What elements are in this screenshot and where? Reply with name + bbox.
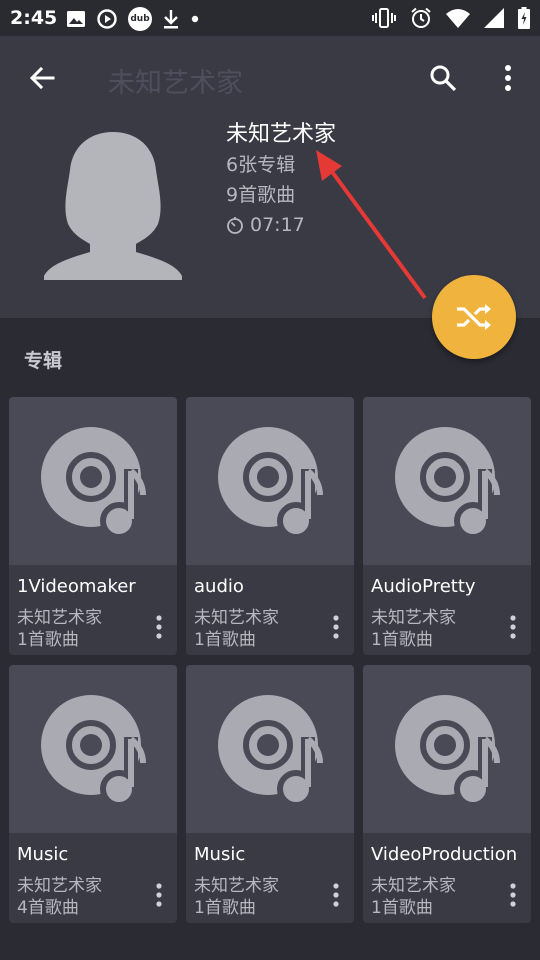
- dub-icon-text: dub: [130, 14, 150, 24]
- wifi-icon: [446, 9, 470, 28]
- status-bar: 2:45 dub: [0, 0, 540, 36]
- album-card[interactable]: audio 未知艺术家 1首歌曲: [186, 397, 354, 655]
- artist-header: 未知艺术家 未知艺术家 6张专辑 9首歌曲 07:17: [0, 36, 540, 318]
- download-icon: [164, 10, 178, 29]
- duration-line: 07:17: [226, 210, 336, 240]
- album-count: 6张专辑: [226, 154, 296, 176]
- status-left-icons: dub: [66, 7, 200, 31]
- back-button[interactable]: [22, 58, 62, 98]
- album-name: audio: [194, 576, 244, 597]
- album-count-line: 6张专辑: [226, 150, 336, 180]
- music-disc-icon: [395, 695, 500, 808]
- music-disc-icon: [395, 427, 500, 540]
- album-song-count: 1首歌曲: [371, 630, 433, 650]
- album-name: Music: [194, 844, 246, 865]
- arrow-back-icon: [29, 66, 55, 90]
- album-song-count: 1首歌曲: [17, 630, 79, 650]
- more-vert-icon: [333, 615, 339, 639]
- album-menu-button[interactable]: [149, 879, 169, 911]
- more-vert-icon: [505, 65, 511, 91]
- overflow-menu-button[interactable]: [488, 58, 528, 98]
- artist-info: 未知艺术家 6张专辑 9首歌曲 07:17: [226, 120, 336, 240]
- more-vert-icon: [156, 883, 162, 907]
- dot-icon: [191, 15, 199, 23]
- album-menu-button[interactable]: [503, 879, 523, 911]
- album-song-count: 1首歌曲: [194, 898, 256, 918]
- more-vert-icon: [333, 883, 339, 907]
- album-menu-button[interactable]: [326, 611, 346, 643]
- timer-icon: [227, 217, 243, 234]
- albums-section-title: 专辑: [24, 350, 63, 372]
- signal-icon: [484, 8, 504, 28]
- album-art: [363, 665, 531, 833]
- album-song-count: 1首歌曲: [371, 898, 433, 918]
- song-count: 9首歌曲: [226, 184, 296, 206]
- music-disc-icon: [41, 695, 146, 808]
- shuffle-icon: [457, 304, 491, 330]
- more-vert-icon: [156, 615, 162, 639]
- album-card[interactable]: AudioPretty 未知艺术家 1首歌曲: [363, 397, 531, 655]
- album-card[interactable]: Music 未知艺术家 1首歌曲: [186, 665, 354, 923]
- search-button[interactable]: [423, 58, 463, 98]
- album-art: [9, 397, 177, 565]
- shuffle-fab[interactable]: [432, 275, 516, 359]
- music-disc-icon: [41, 427, 146, 540]
- dub-icon: dub: [128, 7, 152, 31]
- battery-icon: [518, 7, 530, 29]
- music-disc-icon: [218, 427, 323, 540]
- album-art: [186, 665, 354, 833]
- artist-name: 未知艺术家: [226, 122, 337, 147]
- vibrate-icon: [372, 8, 396, 28]
- status-right-icons: [372, 7, 530, 29]
- toolbar-title: 未知艺术家: [108, 68, 243, 99]
- album-menu-button[interactable]: [503, 611, 523, 643]
- album-art: [9, 665, 177, 833]
- song-count-line: 9首歌曲: [226, 180, 336, 210]
- search-icon: [430, 65, 457, 92]
- album-menu-button[interactable]: [149, 611, 169, 643]
- album-name: VideoProduction: [371, 844, 518, 865]
- album-art: [363, 397, 531, 565]
- sync-play-icon: [97, 9, 117, 29]
- album-menu-button[interactable]: [326, 879, 346, 911]
- total-duration: 07:17: [250, 214, 305, 236]
- alarm-icon: [411, 7, 431, 28]
- album-card[interactable]: 1Videomaker 未知艺术家 1首歌曲: [9, 397, 177, 655]
- album-name: 1Videomaker: [17, 576, 136, 597]
- album-name: Music: [17, 844, 69, 865]
- music-disc-icon: [218, 695, 323, 808]
- image-icon: [67, 11, 85, 27]
- album-art: [186, 397, 354, 565]
- status-time: 2:45: [10, 7, 58, 29]
- album-card[interactable]: Music 未知艺术家 4首歌曲: [9, 665, 177, 923]
- album-song-count: 4首歌曲: [17, 898, 79, 918]
- toolbar: 未知艺术家: [0, 36, 540, 120]
- album-card[interactable]: VideoProduction 未知艺术家 1首歌曲: [363, 665, 531, 923]
- album-song-count: 1首歌曲: [194, 630, 256, 650]
- more-vert-icon: [510, 615, 516, 639]
- more-vert-icon: [510, 883, 516, 907]
- album-name: AudioPretty: [371, 576, 476, 597]
- artist-avatar: [44, 132, 182, 280]
